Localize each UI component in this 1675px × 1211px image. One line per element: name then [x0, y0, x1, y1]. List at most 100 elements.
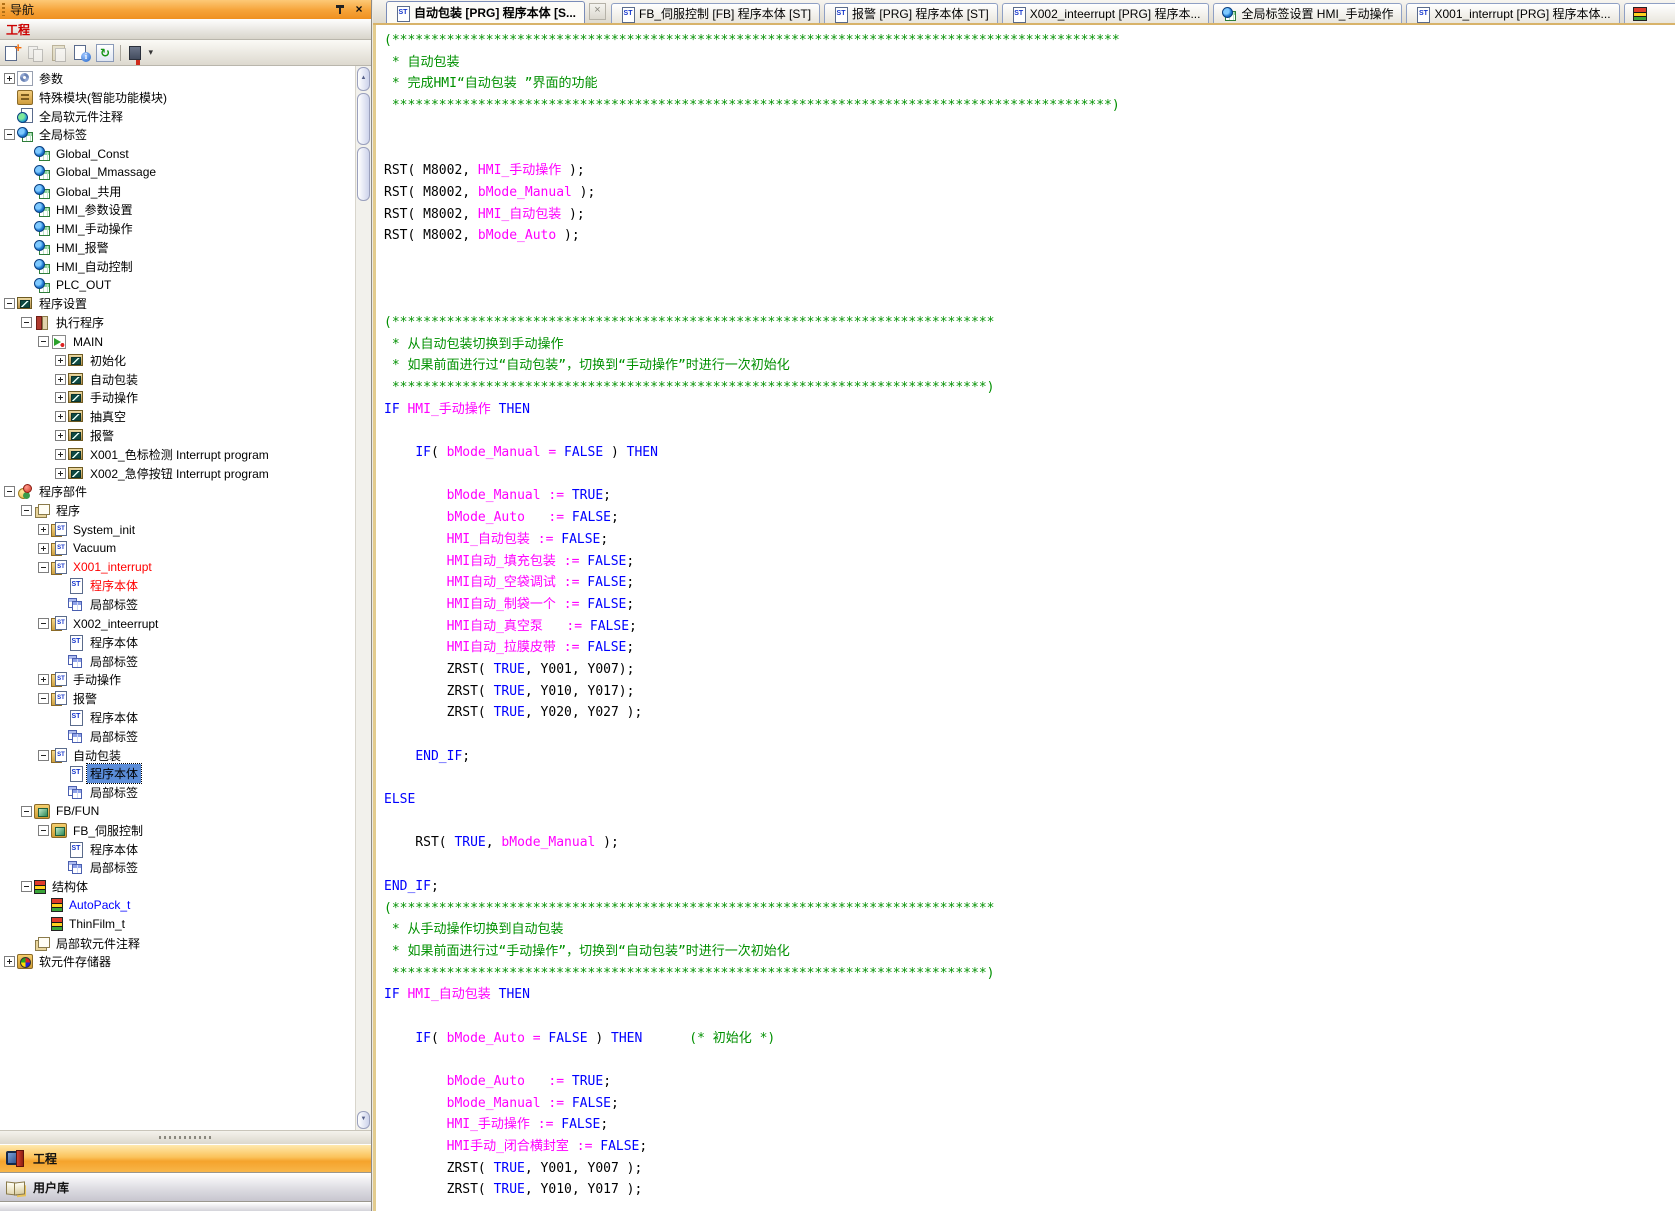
tree-item[interactable]: 程序本体	[0, 633, 355, 652]
editor-tab[interactable]: X001_interrupt [PRG] 程序本体...	[1406, 3, 1619, 23]
tree-item[interactable]: FB/FUN	[0, 802, 355, 821]
tree-item[interactable]: 结构体	[0, 877, 355, 896]
tree-item[interactable]: HMI_自动控制	[0, 257, 355, 276]
tree-item[interactable]: 程序本体	[0, 708, 355, 727]
new-item-icon[interactable]	[4, 44, 22, 62]
tree-item[interactable]: 软元件存储器	[0, 952, 355, 971]
expand-icon[interactable]	[38, 674, 49, 685]
expand-icon[interactable]	[55, 355, 66, 366]
editor-tab[interactable]	[1624, 3, 1675, 23]
tree-item[interactable]: X002_急停按钮 Interrupt program	[0, 464, 355, 483]
tree-item[interactable]: 自动包装	[0, 370, 355, 389]
expand-icon[interactable]	[55, 411, 66, 422]
tree-item[interactable]: PLC_OUT	[0, 276, 355, 295]
editor-tab[interactable]: FB_伺服控制 [FB] 程序本体 [ST]	[611, 3, 820, 23]
tree-item[interactable]: 全局软元件注释	[0, 107, 355, 126]
tree-item[interactable]: 全局标签	[0, 125, 355, 144]
tree-item[interactable]: Global_共用	[0, 182, 355, 201]
tree-item[interactable]: 初始化	[0, 351, 355, 370]
tree-item[interactable]: HMI_参数设置	[0, 201, 355, 220]
user-library-button[interactable]: 用户库	[0, 1173, 371, 1202]
pin-icon[interactable]	[334, 3, 347, 16]
collapse-icon[interactable]	[4, 298, 15, 309]
editor-tab[interactable]: 自动包装 [PRG] 程序本体 [S...	[386, 1, 585, 23]
expand-icon[interactable]	[55, 468, 66, 479]
collapse-icon[interactable]	[4, 129, 15, 140]
tree-item[interactable]: 程序设置	[0, 295, 355, 314]
code-editor[interactable]: (***************************************…	[373, 25, 1675, 1211]
collapse-icon[interactable]	[38, 562, 49, 573]
collapse-icon[interactable]	[38, 750, 49, 761]
collapse-icon[interactable]	[38, 825, 49, 836]
collapse-icon[interactable]	[21, 317, 32, 328]
tree-item[interactable]: 局部标签	[0, 858, 355, 877]
close-icon[interactable]: ×	[352, 3, 366, 17]
collapse-icon[interactable]	[4, 486, 15, 497]
tree-item[interactable]: System_init	[0, 520, 355, 539]
sort-filter-icon[interactable]	[127, 44, 153, 62]
close-tab-icon[interactable]: ×	[589, 3, 606, 20]
collapse-icon[interactable]	[21, 881, 32, 892]
tree-item[interactable]: MAIN	[0, 332, 355, 351]
tree-scrollbar[interactable]: ▲ ▼	[355, 66, 371, 1130]
copy-icon[interactable]	[27, 44, 45, 62]
tree-item[interactable]: 局部标签	[0, 652, 355, 671]
tree-item[interactable]: 报警	[0, 689, 355, 708]
tree-item[interactable]: 程序本体	[0, 577, 355, 596]
panel-splitter[interactable]	[0, 1130, 371, 1144]
paste-icon[interactable]	[50, 44, 68, 62]
tree-item[interactable]: 特殊模块(智能功能模块)	[0, 88, 355, 107]
expand-icon[interactable]	[55, 392, 66, 403]
tree-item[interactable]: Global_Mmassage	[0, 163, 355, 182]
tree-item[interactable]: 报警	[0, 426, 355, 445]
expand-icon[interactable]	[55, 430, 66, 441]
tree-item[interactable]: 局部软元件注释	[0, 934, 355, 953]
collapse-icon[interactable]	[21, 806, 32, 817]
tree-item[interactable]: 局部标签	[0, 727, 355, 746]
tree-item[interactable]: 自动包装	[0, 746, 355, 765]
tree-item[interactable]: 程序	[0, 501, 355, 520]
tree-item[interactable]: 程序本体	[0, 840, 355, 859]
scroll-up-icon[interactable]: ▲	[357, 67, 370, 91]
tree-item[interactable]: X001_interrupt	[0, 558, 355, 577]
expand-icon[interactable]	[4, 956, 15, 967]
expand-icon[interactable]	[55, 449, 66, 460]
tree-item[interactable]: HMI_报警	[0, 238, 355, 257]
collapse-icon[interactable]	[38, 336, 49, 347]
tree-item[interactable]: ThinFilm_t	[0, 915, 355, 934]
tree-item[interactable]: 程序部件	[0, 483, 355, 502]
tree-item[interactable]: HMI_手动操作	[0, 219, 355, 238]
tree-item[interactable]: Vacuum	[0, 539, 355, 558]
scroll-down-icon[interactable]: ▼	[357, 1111, 370, 1129]
refresh-icon[interactable]	[96, 44, 114, 62]
collapse-icon[interactable]	[38, 693, 49, 704]
expand-icon[interactable]	[4, 73, 15, 84]
tree-indent	[55, 374, 68, 385]
tree-item[interactable]: 手动操作	[0, 671, 355, 690]
collapse-icon[interactable]	[21, 505, 32, 516]
tree-item[interactable]: FB_伺服控制	[0, 821, 355, 840]
tree-item[interactable]: 抽真空	[0, 407, 355, 426]
tree-item[interactable]: X002_inteerrupt	[0, 614, 355, 633]
collapse-icon[interactable]	[38, 618, 49, 629]
tree-item[interactable]: X001_色标检测 Interrupt program	[0, 445, 355, 464]
editor-tab[interactable]: 全局标签设置 HMI_手动操作	[1213, 3, 1402, 23]
tree-item[interactable]: 局部标签	[0, 783, 355, 802]
project-tree[interactable]: 参数特殊模块(智能功能模块)全局软元件注释全局标签Global_ConstGlo…	[0, 66, 355, 1130]
expand-icon[interactable]	[38, 543, 49, 554]
tree-item[interactable]: 手动操作	[0, 389, 355, 408]
tree-item[interactable]: 执行程序	[0, 313, 355, 332]
editor-tab[interactable]: 报警 [PRG] 程序本体 [ST]	[824, 3, 998, 23]
project-view-button[interactable]: 工程	[0, 1144, 371, 1173]
editor-tab[interactable]: X002_inteerrupt [PRG] 程序本...	[1002, 3, 1210, 23]
scrollbar-thumb[interactable]	[357, 93, 370, 145]
scrollbar-thumb-lower[interactable]	[357, 147, 370, 201]
properties-icon[interactable]	[73, 44, 91, 62]
tree-item[interactable]: 参数	[0, 69, 355, 88]
tree-item[interactable]: AutoPack_t	[0, 896, 355, 915]
expand-icon[interactable]	[38, 524, 49, 535]
tree-item[interactable]: 局部标签	[0, 595, 355, 614]
tree-item[interactable]: 程序本体	[0, 764, 355, 783]
tree-item[interactable]: Global_Const	[0, 144, 355, 163]
expand-icon[interactable]	[55, 374, 66, 385]
